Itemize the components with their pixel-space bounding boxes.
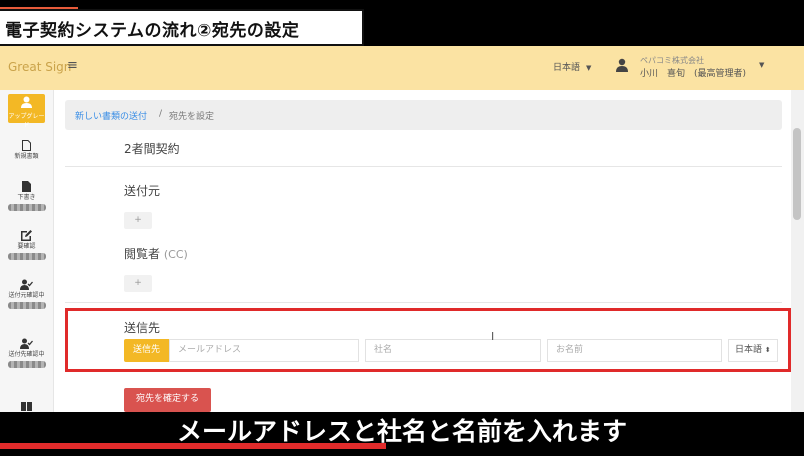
recipient-tag: 送信先 bbox=[124, 339, 169, 362]
user-icon[interactable] bbox=[616, 58, 628, 72]
name-field[interactable]: お名前 bbox=[547, 339, 722, 362]
user-name[interactable]: 小川 喜旬 (最高管理者) bbox=[640, 66, 746, 79]
language-dropdown[interactable]: 日本語 ▼ bbox=[553, 60, 591, 73]
sidebar-item-label: 送付先確認中 bbox=[8, 351, 45, 358]
count-badge bbox=[7, 253, 46, 260]
sidebar-item-recipient-pending[interactable]: 送付先確認中 bbox=[0, 338, 53, 368]
viewer-cc-suffix: (CC) bbox=[163, 248, 188, 261]
add-viewer-button[interactable]: + bbox=[124, 275, 152, 292]
divider bbox=[65, 302, 782, 303]
contract-type: 2者間契約 bbox=[124, 142, 180, 156]
sidebar: アップグレード 新規書類 下書き 要確認 送付元確認中 送付先確認中 bbox=[0, 90, 54, 412]
sidebar-item-review[interactable]: 要確認 bbox=[0, 230, 53, 260]
breadcrumb-separator: / bbox=[159, 109, 163, 119]
language-label: 日本語 bbox=[553, 63, 581, 73]
chevron-down-icon: ▼ bbox=[586, 64, 592, 72]
book-icon bbox=[21, 402, 32, 411]
sidebar-item-sender-pending[interactable]: 送付元確認中 bbox=[0, 279, 53, 309]
divider bbox=[65, 166, 782, 167]
video-title-banner: 電子契約システムの流れ②宛先の設定 bbox=[0, 9, 364, 46]
confirm-recipient-button[interactable]: 宛先を確定する bbox=[124, 388, 211, 412]
video-progress-bar[interactable] bbox=[0, 443, 386, 449]
chevron-down-icon[interactable]: ▼ bbox=[759, 61, 764, 69]
user-check-icon bbox=[20, 338, 33, 349]
upgrade-button[interactable]: アップグレード bbox=[8, 94, 45, 129]
recipient-language-select[interactable]: 日本語 ⬍ bbox=[728, 339, 778, 362]
upgrade-label: アップグレード bbox=[8, 113, 45, 129]
recipient-label: 送信先 bbox=[124, 321, 161, 335]
scrollbar[interactable] bbox=[791, 90, 804, 412]
breadcrumb-current: 宛先を設定 bbox=[169, 112, 215, 122]
text-cursor-icon: I bbox=[491, 330, 495, 343]
company-field[interactable]: 社名 bbox=[365, 339, 541, 362]
count-badge bbox=[7, 302, 46, 309]
sidebar-item-drafts[interactable]: 下書き bbox=[0, 181, 53, 211]
document-icon bbox=[22, 140, 31, 151]
hamburger-icon[interactable]: ≡ bbox=[67, 58, 78, 73]
breadcrumb-link-new-document[interactable]: 新しい書類の送付 bbox=[75, 109, 147, 122]
sidebar-item-label: 下書き bbox=[17, 194, 36, 201]
language-select-value: 日本語 bbox=[735, 345, 763, 355]
count-badge bbox=[7, 361, 46, 368]
app-header: Great Sign ≡ 日本語 ▼ ペパコミ株式会社 小川 喜旬 (最高管理者)… bbox=[0, 46, 804, 90]
video-caption-band: メールアドレスと社名と名前を入れます bbox=[0, 412, 804, 456]
video-title: 電子契約システムの流れ②宛先の設定 bbox=[5, 21, 300, 41]
user-icon bbox=[21, 96, 32, 108]
sidebar-item-label: 要確認 bbox=[17, 243, 36, 250]
add-sender-button[interactable]: + bbox=[124, 212, 152, 229]
brand-logo[interactable]: Great Sign bbox=[8, 60, 71, 74]
user-check-icon bbox=[20, 279, 33, 290]
email-field[interactable]: メールアドレス bbox=[169, 339, 359, 362]
document-filled-icon bbox=[22, 181, 31, 192]
viewer-label: 閲覧者 (CC) bbox=[124, 245, 188, 262]
viewer-label-text: 閲覧者 bbox=[124, 247, 161, 261]
select-arrow-icon: ⬍ bbox=[764, 346, 771, 354]
organization-name: ペパコミ株式会社 bbox=[640, 56, 704, 65]
scrollbar-thumb[interactable] bbox=[793, 128, 801, 220]
sidebar-item-more[interactable] bbox=[0, 402, 53, 411]
sender-label: 送付元 bbox=[124, 184, 161, 198]
count-badge bbox=[7, 204, 46, 211]
breadcrumb: 新しい書類の送付 / 宛先を設定 bbox=[65, 100, 782, 130]
app-window: Great Sign ≡ 日本語 ▼ ペパコミ株式会社 小川 喜旬 (最高管理者)… bbox=[0, 46, 804, 412]
sidebar-item-new-document[interactable]: 新規書類 bbox=[0, 140, 53, 161]
sidebar-item-label: 新規書類 bbox=[14, 153, 39, 160]
sidebar-item-label: 送付元確認中 bbox=[8, 292, 45, 299]
edit-icon bbox=[21, 230, 32, 241]
